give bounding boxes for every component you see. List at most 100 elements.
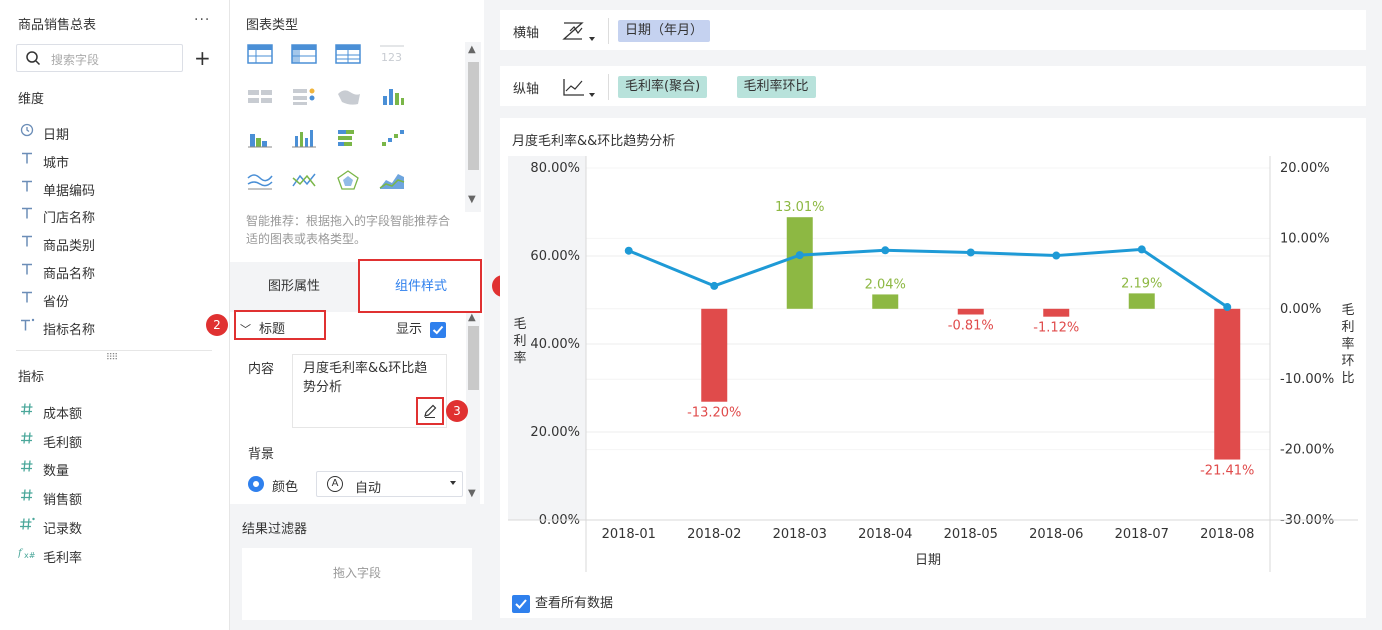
highlight-box-edit [416,397,444,425]
field-label: 销售额 [43,493,83,509]
line-point-2018-01[interactable] [624,246,633,255]
dimension-field[interactable]: 单据编码 [18,177,218,199]
cross-table-icon[interactable] [290,42,318,66]
add-field-button[interactable]: + [194,46,211,70]
dimension-field[interactable]: 商品名称 [18,260,218,282]
color-select-value: 自动 [355,481,382,496]
result-filter-title: 结果过滤器 [242,522,308,537]
scatter-bar-icon[interactable] [378,126,406,150]
field-label: 日期 [43,128,70,143]
title-content-value: 月度毛利率&&环比趋势分析 [303,361,428,395]
line-chart-icon[interactable] [560,75,602,99]
kpi-card-icon[interactable] [246,84,274,108]
more-icon[interactable]: ··· [194,12,210,28]
show-checkbox[interactable] [430,321,447,338]
field-label: 毛利率 [43,550,83,566]
chart-types-title: 图表类型 [246,18,299,33]
table-icon[interactable] [246,42,274,66]
text-field-icon [18,262,36,280]
bar-mom-2018-03[interactable] [786,217,813,309]
line-point-2018-03[interactable] [795,251,804,260]
clock-icon [18,123,36,141]
dimension-field[interactable]: 门店名称 [18,204,218,226]
measure-field[interactable]: 销售额 [18,486,218,508]
dimension-field[interactable]: 商品类别 [18,232,218,254]
bar-data-label: 2.19% [1121,276,1162,291]
dataset-name: 商品销售总表 [18,18,97,33]
area-chart-icon[interactable] [378,168,406,192]
map-icon[interactable] [334,84,362,108]
axis-type-icon[interactable] [560,19,602,43]
measure-field[interactable]: 记录数 [18,515,218,537]
grip-handle-icon[interactable]: ⠿⠿ [106,353,118,363]
step-marker-2: 2 [206,314,228,336]
search-input[interactable]: 搜索字段 [16,44,183,72]
dimension-field[interactable]: 指标名称 [18,316,218,338]
x-tick-label: 2018-07 [1115,527,1169,542]
bar-data-label: -0.81% [948,319,994,334]
show-label: 显示 [396,322,423,337]
stacked-bar-icon[interactable] [246,126,274,150]
scatter-line-icon[interactable] [290,168,318,192]
line-point-2018-08[interactable] [1223,303,1232,312]
dot-matrix-icon[interactable] [290,84,318,108]
content-label: 内容 [248,362,275,377]
see-all-checkbox[interactable] [512,594,530,613]
background-label: 背景 [248,447,275,462]
field-label: 门店名称 [43,211,96,227]
measure-field[interactable]: 成本额 [18,400,218,422]
bar-mom-2018-04[interactable] [872,294,899,309]
divider [16,350,212,351]
field-label: 省份 [43,294,70,310]
color-radio[interactable] [248,476,264,492]
measure-field[interactable]: 毛利额 [18,429,218,451]
line-point-2018-07[interactable] [1137,245,1146,254]
axis-field-pill[interactable]: 日期（年月） [618,20,711,42]
field-label: 成本额 [43,407,83,422]
line-point-2018-04[interactable] [881,246,890,255]
bar-chart-icon[interactable] [334,126,362,150]
style-scrollbar[interactable]: ▲ ▼ [466,312,480,504]
column-chart-icon[interactable] [290,126,318,150]
measure-field[interactable]: f x# 毛利率 [17,544,218,566]
bar-mom-2018-08[interactable] [1214,308,1241,460]
axis-field-pill[interactable]: 毛利率环比 [736,76,816,98]
show-title-toggle[interactable]: 显示 [396,318,447,338]
chart-type-scrollbar[interactable]: ▲ ▼ [465,42,481,212]
color-select[interactable]: A 自动 [316,471,463,497]
svg-text:123: 123 [381,51,402,64]
see-all-data-toggle[interactable]: 查看所有数据 [512,592,613,613]
detail-table-icon[interactable] [334,42,362,66]
formula-field-icon: f x# [17,546,36,564]
line-point-2018-02[interactable] [710,281,719,290]
radar-chart-icon[interactable] [334,168,362,192]
x-tick-label: 2018-02 [687,527,741,542]
bar-data-label: 2.04% [865,277,906,292]
line-chart-type-icon[interactable] [246,168,274,192]
bar-mom-2018-07[interactable] [1128,293,1155,309]
line-point-2018-05[interactable] [966,248,975,257]
filter-drop-zone[interactable]: 拖入字段 [242,548,472,620]
dimension-field[interactable]: 省份 [18,288,218,310]
text-field-star-icon [18,318,36,336]
x-tick-label: 2018-03 [773,527,827,542]
x-axis-divider [608,18,609,44]
axis-field-pill[interactable]: 毛利率(聚合) [618,76,708,98]
field-label: 记录数 [43,521,83,537]
bar-mom-2018-02[interactable] [701,308,728,402]
tab-graphic-attributes[interactable]: 图形属性 [230,262,358,312]
dimension-field[interactable]: 城市 [18,149,218,171]
y2-tick-label: -10.00% [1280,372,1334,387]
line-point-2018-06[interactable] [1052,251,1061,260]
dimension-field[interactable]: 日期 [18,121,218,143]
bar-mom-2018-05[interactable] [957,308,984,315]
text-field-icon [18,151,36,169]
y2-tick-label: 20.00% [1280,161,1330,176]
search-icon [26,51,41,66]
measure-field[interactable]: 数量 [18,457,218,479]
config-panel: 图表类型 123 ▲ ▼ 智能推荐：根据拖入的字段智能推荐合适的图表或表格类型。… [206,0,514,630]
combo-chart[interactable]: 0.00%20.00%40.00%60.00%80.00%-30.00%-20.… [500,148,1366,588]
kpi-number-icon[interactable]: 123 [378,42,406,66]
heat-bar-icon[interactable] [378,84,406,108]
bar-mom-2018-06[interactable] [1043,308,1070,317]
